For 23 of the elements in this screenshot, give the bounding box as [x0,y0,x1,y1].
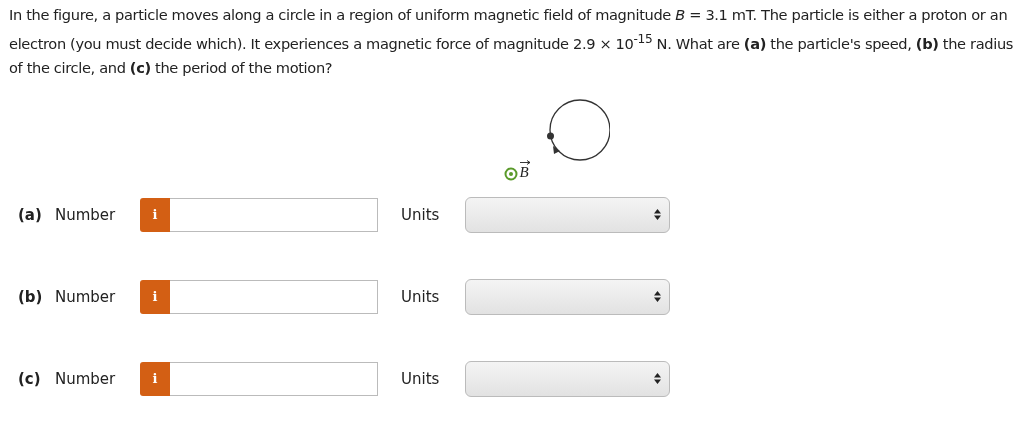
number-label: Number [55,369,117,388]
info-button[interactable]: i [140,279,170,314]
part-label: (a) [17,205,43,224]
units-label: Units [400,369,441,388]
units-label: Units [400,205,441,224]
sort-arrows-icon [654,291,661,303]
number-field[interactable] [170,361,378,396]
number-field[interactable] [170,279,378,314]
units-dropdown[interactable] [465,360,670,397]
number-field[interactable] [170,197,378,232]
number-label: Number [55,287,117,306]
question-text: In the figure, a particle moves along a circle in a region of uniform magnetic field of magnitude B = 3.1 mT. The particle is either a proton or an electron (you must decide which). It experiences a magnetic force of magnitude 2.9 × 10$^{-15}$ N. What are (a) the particle's speed, (b) the radius of the circle, and (c) the period of the motion? [9,5,1015,78]
number-label: Number [55,205,117,224]
units-dropdown[interactable] [465,278,670,315]
units-label: Units [400,287,441,306]
sort-arrows-icon [654,373,661,385]
units-dropdown[interactable] [465,196,670,233]
out-of-page-icon [503,166,518,181]
info-button[interactable]: i [140,197,170,232]
info-button[interactable]: i [140,361,170,396]
part-label: (b) [17,287,44,306]
part-label: (c) [17,369,42,388]
sort-arrows-icon [654,209,661,221]
